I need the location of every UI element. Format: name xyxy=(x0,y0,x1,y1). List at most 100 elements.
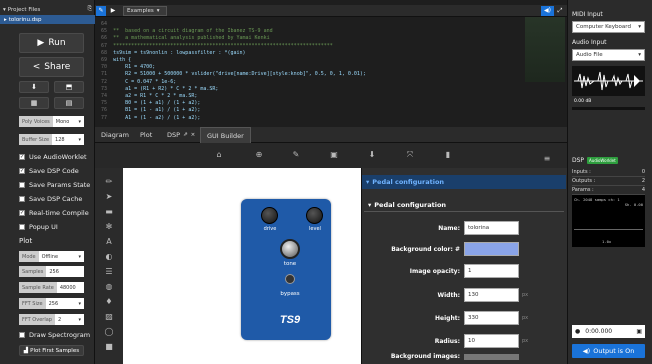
opacity-input[interactable]: 1 xyxy=(464,264,519,278)
minimap[interactable] xyxy=(525,17,565,82)
export-button[interactable]: ▦ xyxy=(19,97,49,109)
checkbox-icon[interactable] xyxy=(19,224,25,230)
pencil-tool-icon[interactable]: ✏ xyxy=(104,177,114,187)
fft-overlap-field[interactable]: FFT Overlap 2 ▾ xyxy=(19,314,84,325)
code-editor[interactable]: 64 65 ** based on a circuit diagram of t… xyxy=(95,17,567,127)
fft-size-field[interactable]: FFT Size 256 ▾ xyxy=(19,298,84,309)
image-tool-icon[interactable]: ▨ xyxy=(104,312,114,322)
project-files-header[interactable]: ▾ Project Files ⎘ xyxy=(0,5,95,14)
code-line[interactable]: 70 R1 = 4700; xyxy=(95,64,567,71)
trash-icon[interactable]: ▮ xyxy=(443,150,453,160)
code-line[interactable]: 74 a2 = R1 * C * 2 * ma.SR; xyxy=(95,93,567,100)
output-toggle-button[interactable]: ◀) Output is On xyxy=(572,344,645,358)
save-icon[interactable]: ▣ xyxy=(329,150,339,160)
poly-voices-field[interactable]: Poly Voices Mono ▾ xyxy=(19,116,84,127)
code-line[interactable]: 75 B0 = (1 + a1) / (1 + a2); xyxy=(95,100,567,107)
code-line[interactable]: 64 xyxy=(95,21,567,28)
save-icon[interactable]: ▣ xyxy=(636,328,642,335)
text-tool-icon[interactable]: A xyxy=(104,237,114,247)
level-knob[interactable] xyxy=(306,207,323,224)
buffer-size-field[interactable]: Buffer Size 128 ▾ xyxy=(19,134,84,145)
plot-first-samples-button[interactable]: ▟ Plot First Samples xyxy=(19,345,84,356)
code-line[interactable]: 71 R2 = 51000 + 500000 * vslider("drive[… xyxy=(95,71,567,78)
examples-dropdown[interactable]: Examples ▾ xyxy=(123,6,167,16)
code-line[interactable]: 76 B1 = (1 - a1) / (1 + a2); xyxy=(95,107,567,114)
checkbox-checked-icon[interactable]: ✓ xyxy=(19,154,25,160)
code-line[interactable]: 72 C = 0.047 * 1e-6; xyxy=(95,79,567,86)
samples-field[interactable]: Samples 256 xyxy=(19,266,84,277)
toggle-tool-icon[interactable]: ◐ xyxy=(104,252,114,262)
outer-config-header[interactable]: ▾ Pedal configuration xyxy=(362,175,566,189)
code-line[interactable]: 73 a1 = (R1 + R2) * C * 2 * ma.SR; xyxy=(95,86,567,93)
circle-tool-icon[interactable]: ◯ xyxy=(104,327,114,337)
volume-button[interactable]: ◀) xyxy=(541,6,554,16)
home-icon[interactable]: ⌂ xyxy=(214,150,224,160)
slider-tool-icon[interactable]: ☰ xyxy=(104,267,114,277)
close-icon[interactable]: × xyxy=(191,132,196,138)
check-audioworklet[interactable]: ✓ Use AudioWorklet xyxy=(19,153,87,161)
tab-plot[interactable]: Plot xyxy=(140,127,152,143)
checkbox-icon[interactable] xyxy=(19,182,25,188)
mode-field[interactable]: Mode Offline ▾ xyxy=(19,251,84,262)
audio-input-select[interactable]: Audio File ▾ xyxy=(572,49,645,61)
inner-config-header[interactable]: ▾ Pedal configuration xyxy=(364,198,564,212)
checkbox-icon[interactable] xyxy=(19,332,25,338)
run-small-button[interactable]: ▶ xyxy=(108,6,118,16)
upload-button[interactable]: ⬒ xyxy=(54,81,84,93)
code-line[interactable]: 66 ** a mathematical analysis published … xyxy=(95,35,567,42)
sample-rate-field[interactable]: Sample Rate 48000 xyxy=(19,282,84,293)
checkbox-icon[interactable] xyxy=(19,196,25,202)
midi-input-select[interactable]: Computer Keyboard ▾ xyxy=(572,21,645,33)
fullscreen-icon[interactable]: ⤧ xyxy=(405,150,415,160)
check-save-params[interactable]: Save Params State xyxy=(19,181,90,189)
drive-knob[interactable] xyxy=(261,207,278,224)
check-draw-spectrogram[interactable]: Draw Spectrogram xyxy=(19,331,90,339)
checkbox-checked-icon[interactable]: ✓ xyxy=(19,168,25,174)
check-save-dsp-code[interactable]: ✓ Save DSP Code xyxy=(19,167,79,175)
truck-tool-icon[interactable]: ▬ xyxy=(104,207,114,217)
file-item[interactable]: ▸ tolorinu.dsp xyxy=(0,15,95,24)
height-input[interactable]: 330 xyxy=(464,311,519,325)
edit-icon[interactable]: ✎ xyxy=(291,150,301,160)
knob-tool-icon[interactable]: ◍ xyxy=(104,282,114,292)
width-input[interactable]: 130 xyxy=(464,288,519,302)
edit-mode-button[interactable]: ✎ xyxy=(96,6,106,16)
bg-color-input[interactable] xyxy=(464,242,519,256)
code-line[interactable]: 68 ts9sim = ts9nonlin : lowpassfilter : … xyxy=(95,50,567,57)
check-popup-ui[interactable]: Popup UI xyxy=(19,223,58,231)
tab-dsp[interactable]: DSP ⇗ × xyxy=(167,127,195,143)
tab-gui-builder[interactable]: GUI Builder xyxy=(200,127,251,143)
check-realtime-compile[interactable]: ✓ Real-time Compile xyxy=(19,209,89,217)
code-line[interactable]: 69 with { xyxy=(95,57,567,64)
audioworklet-badge: AudioWorklet xyxy=(587,157,618,164)
record-icon[interactable]: ● xyxy=(575,328,580,335)
docs-icon: ▤ xyxy=(65,99,73,107)
radius-input[interactable]: 10 xyxy=(464,334,519,348)
menu-icon[interactable]: ≡ xyxy=(541,154,553,164)
code-line[interactable]: 77 A1 = (1 - a2) / (1 + a2); xyxy=(95,115,567,122)
download-icon[interactable]: ⬇ xyxy=(367,150,377,160)
code-line[interactable]: 65 ** based on a circuit diagram of the … xyxy=(95,28,567,35)
run-button[interactable]: ▶ Run xyxy=(19,33,84,53)
new-file-icon[interactable]: ⎘ xyxy=(88,6,92,13)
docs-button[interactable]: ▤ xyxy=(54,97,84,109)
gear-tool-icon[interactable]: ✻ xyxy=(104,222,114,232)
external-link-icon[interactable]: ⇗ xyxy=(183,132,188,138)
download-button[interactable]: ⬇ xyxy=(19,81,49,93)
drop-tool-icon[interactable]: ♦ xyxy=(104,297,114,307)
add-icon[interactable]: ⊕ xyxy=(254,150,264,160)
tab-diagram[interactable]: Diagram xyxy=(101,127,129,143)
name-input[interactable]: tolorina xyxy=(464,221,519,235)
check-save-dsp-cache[interactable]: Save DSP Cache xyxy=(19,195,82,203)
fullscreen-button[interactable]: ⤢ xyxy=(555,6,565,16)
tone-knob[interactable] xyxy=(280,239,300,259)
waveform-display[interactable] xyxy=(572,66,645,96)
cursor-tool-icon[interactable]: ➤ xyxy=(104,192,114,202)
bypass-switch[interactable] xyxy=(285,274,295,284)
image-thumb[interactable] xyxy=(464,353,519,360)
checkbox-checked-icon[interactable]: ✓ xyxy=(19,210,25,216)
oscilloscope[interactable]: Ch. 2048 samps ch: 1 Sh. 0.00 1.0x xyxy=(572,195,645,247)
code-line[interactable]: 67 *************************************… xyxy=(95,43,567,50)
share-button[interactable]: < Share xyxy=(19,57,84,77)
square-tool-icon[interactable]: ■ xyxy=(104,342,114,352)
